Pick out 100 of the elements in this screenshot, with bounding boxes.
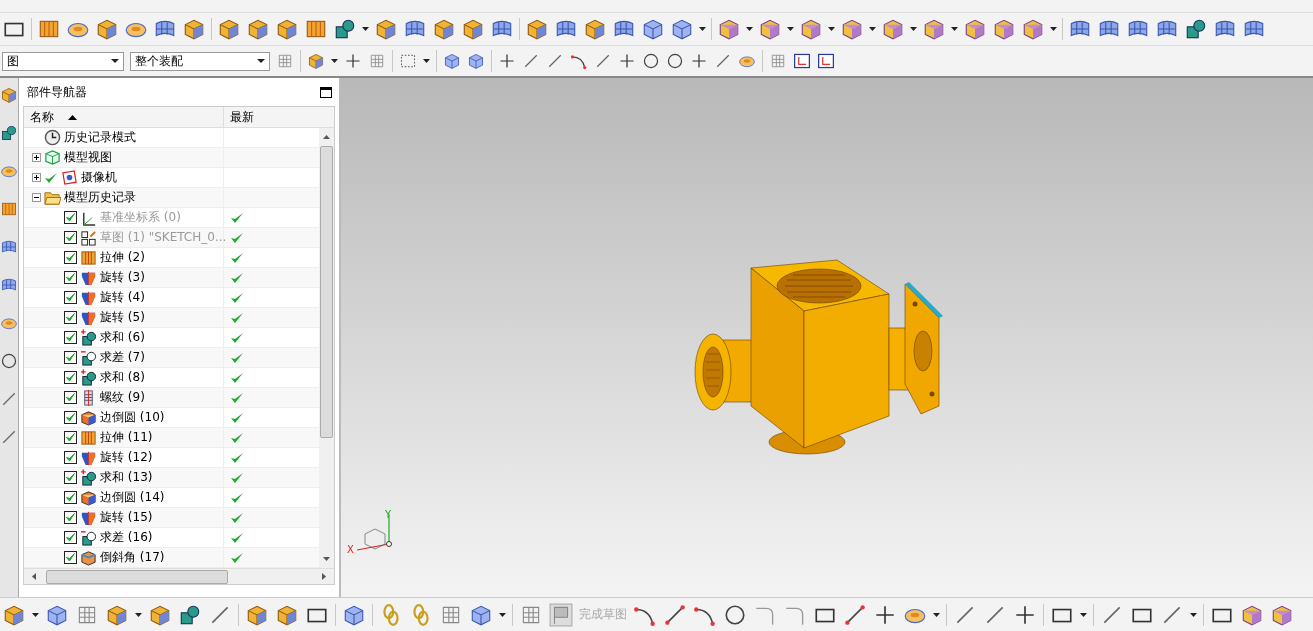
cube-icon[interactable] [670, 17, 694, 41]
plus-icon[interactable] [344, 52, 362, 70]
shapes-icon[interactable] [1184, 17, 1208, 41]
plus-icon[interactable] [690, 52, 708, 70]
tree-item[interactable]: 拉伸 (11) [100, 429, 153, 446]
axes-icon[interactable] [793, 52, 811, 70]
tree-item[interactable]: 边倒圆 (14) [100, 489, 165, 506]
flag-icon[interactable] [549, 602, 573, 627]
scroll-down-icon[interactable] [323, 557, 330, 561]
tree-item[interactable]: 旋转 (12) [100, 449, 153, 466]
cube-icon[interactable] [641, 17, 665, 41]
surface-icon[interactable] [0, 238, 18, 256]
cube-icon[interactable] [246, 17, 270, 41]
tree-item[interactable]: 摄像机 [81, 169, 117, 186]
cube-icon[interactable] [525, 17, 549, 41]
caret-icon[interactable] [423, 59, 430, 63]
checkbox[interactable] [64, 251, 77, 264]
caret-icon[interactable] [1080, 612, 1087, 617]
caret-icon[interactable] [331, 59, 338, 63]
line-icon[interactable] [0, 428, 18, 446]
caret-icon[interactable] [746, 27, 753, 31]
tree-item[interactable]: 求差 (7) [100, 349, 145, 366]
collapse-toggle[interactable] [32, 193, 41, 202]
caret-icon[interactable] [933, 612, 940, 617]
vertical-scrollbar[interactable] [319, 128, 334, 568]
checkbox[interactable] [64, 551, 77, 564]
tree-item[interactable]: 求和 (13) [100, 469, 153, 486]
checkbox[interactable] [64, 411, 77, 424]
line-icon[interactable] [522, 52, 540, 70]
cube-icon[interactable] [374, 17, 398, 41]
scroll-left-icon[interactable] [32, 573, 36, 580]
caret-icon[interactable] [1050, 27, 1057, 31]
column-header[interactable]: 最新 [224, 107, 334, 127]
cube-icon[interactable] [840, 17, 864, 41]
tree-item[interactable]: 求和 (8) [100, 369, 145, 386]
checkbox[interactable] [64, 511, 77, 524]
caret-icon[interactable] [869, 27, 876, 31]
cube-icon[interactable] [182, 17, 206, 41]
caret-icon[interactable] [362, 27, 369, 31]
checkbox[interactable] [64, 371, 77, 384]
plus-icon[interactable] [498, 52, 516, 70]
checkbox[interactable] [64, 471, 77, 484]
scroll-right-icon[interactable] [322, 573, 326, 580]
line-icon[interactable] [714, 52, 732, 70]
checkbox[interactable] [64, 331, 77, 344]
expand-toggle[interactable] [32, 153, 41, 162]
expand-toggle[interactable] [32, 173, 41, 182]
line-icon[interactable] [0, 390, 18, 408]
tree-item[interactable]: 旋转 (3) [100, 269, 145, 286]
tree-item[interactable]: 旋转 (15) [100, 509, 153, 526]
horizontal-scrollbar[interactable] [24, 568, 334, 584]
cube-icon[interactable] [275, 17, 299, 41]
tree-item[interactable]: 历史记录模式 [64, 129, 136, 146]
cube-icon[interactable] [717, 17, 741, 41]
tree-item[interactable]: 旋转 (4) [100, 289, 145, 306]
cube-icon[interactable] [1021, 17, 1045, 41]
checkbox[interactable] [64, 311, 77, 324]
tree-item[interactable]: 拉伸 (2) [100, 249, 145, 266]
cube-icon[interactable] [443, 52, 461, 70]
checkbox[interactable] [64, 291, 77, 304]
cube-icon[interactable] [217, 17, 241, 41]
cube-icon[interactable] [758, 17, 782, 41]
filter-dropdown[interactable]: 图 [2, 51, 124, 71]
tree-item[interactable]: 求和 (6) [100, 329, 145, 346]
tree-item[interactable]: 螺纹 (9) [100, 389, 145, 406]
cube-icon[interactable] [461, 17, 485, 41]
checkbox[interactable] [64, 451, 77, 464]
cube-icon[interactable] [583, 17, 607, 41]
cube-icon[interactable] [432, 17, 456, 41]
caret-icon[interactable] [828, 27, 835, 31]
checkbox[interactable] [64, 491, 77, 504]
caret-icon[interactable] [951, 27, 958, 31]
tree-item[interactable]: 边倒圆 (10) [100, 409, 165, 426]
axes-icon[interactable] [817, 52, 835, 70]
tree-item[interactable]: 模型视图 [64, 149, 112, 166]
caret-icon[interactable] [111, 59, 119, 63]
caret-icon[interactable] [787, 27, 794, 31]
checkbox[interactable] [64, 271, 77, 284]
checkbox[interactable] [64, 531, 77, 544]
checkbox[interactable] [64, 351, 77, 364]
caret-icon[interactable] [499, 612, 506, 617]
circle-icon[interactable] [0, 352, 18, 370]
cube-icon[interactable] [799, 17, 823, 41]
line-icon[interactable] [663, 602, 687, 627]
circle-icon[interactable] [666, 52, 684, 70]
caret-icon[interactable] [699, 27, 706, 31]
line-icon[interactable] [546, 52, 564, 70]
tree-item[interactable]: 旋转 (5) [100, 309, 145, 326]
plus-icon[interactable] [618, 52, 636, 70]
checkbox[interactable] [64, 431, 77, 444]
tree-item[interactable]: 求差 (16) [100, 529, 153, 546]
tree-item[interactable]: 倒斜角 (17) [100, 549, 165, 566]
caret-icon[interactable] [1190, 612, 1197, 617]
caret-icon[interactable] [257, 59, 265, 63]
caret-icon[interactable] [32, 612, 39, 617]
cube-icon[interactable] [467, 52, 485, 70]
checkbox[interactable] [64, 391, 77, 404]
cube-icon[interactable] [881, 17, 905, 41]
arc-icon[interactable] [570, 52, 588, 70]
maximize-icon[interactable] [320, 86, 332, 98]
